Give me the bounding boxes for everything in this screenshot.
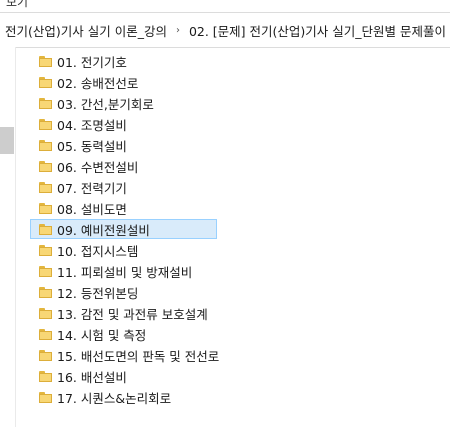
folder-icon xyxy=(39,370,52,382)
folder-name: 07. 전력기기 xyxy=(57,180,127,196)
navigation-pane xyxy=(0,47,15,427)
folder-icon xyxy=(39,181,52,193)
folder-item[interactable]: 10. 접지시스템 xyxy=(30,240,217,260)
folder-icon xyxy=(39,328,52,340)
folder-icon xyxy=(39,55,52,67)
folder-item[interactable]: 07. 전력기기 xyxy=(30,177,217,197)
navigation-scrollbar-thumb[interactable] xyxy=(0,127,14,154)
folder-name: 04. 조명설비 xyxy=(57,117,127,133)
folder-name: 13. 감전 및 과전류 보호설계 xyxy=(57,306,208,322)
folder-item[interactable]: 01. 전기기호 xyxy=(30,51,217,71)
folder-item[interactable]: 13. 감전 및 과전류 보호설계 xyxy=(30,303,217,323)
folder-icon xyxy=(39,223,52,235)
folder-name: 03. 간선,분기회로 xyxy=(57,96,154,112)
folder-icon xyxy=(39,160,52,172)
folder-item[interactable]: 08. 설비도면 xyxy=(30,198,217,218)
folder-item[interactable]: 11. 피뢰설비 및 방재설비 xyxy=(30,261,217,281)
folder-name: 02. 송배전선로 xyxy=(57,75,139,91)
folder-icon xyxy=(39,349,52,361)
folder-icon xyxy=(39,97,52,109)
folder-name: 08. 설비도면 xyxy=(57,201,127,217)
folder-name: 09. 예비전원설비 xyxy=(57,222,150,238)
folder-name: 17. 시퀀스&논리회로 xyxy=(57,390,172,406)
folder-name: 01. 전기기호 xyxy=(57,54,127,70)
folder-item[interactable]: 12. 등전위본딩 xyxy=(30,282,217,302)
folder-item[interactable]: 05. 동력설비 xyxy=(30,135,217,155)
folder-item[interactable]: 03. 간선,분기회로 xyxy=(30,93,217,113)
folder-name: 16. 배선설비 xyxy=(57,369,127,385)
view-menu-label[interactable]: 보기 xyxy=(6,0,28,10)
folder-list: 01. 전기기호 02. 송배전선로 03. 간선,분기회로 04. 조명설비 … xyxy=(30,51,450,408)
folder-name: 15. 배선도면의 판독 및 전선로 xyxy=(57,348,220,364)
folder-icon xyxy=(39,265,52,277)
folder-item[interactable]: 14. 시험 및 측정 xyxy=(30,324,217,344)
breadcrumb-item-problems[interactable]: 02. [문제] 전기(산업)기사 실기_단원별 문제풀이 xyxy=(187,21,448,40)
folder-item[interactable]: 17. 시퀀스&논리회로 xyxy=(30,387,217,407)
folder-item[interactable]: 02. 송배전선로 xyxy=(30,72,217,92)
folder-icon xyxy=(39,244,52,256)
menu-strip: 보기 xyxy=(0,0,450,12)
folder-item[interactable]: 15. 배선도면의 판독 및 전선로 xyxy=(30,345,220,365)
folder-icon xyxy=(39,307,52,319)
folder-name: 10. 접지시스템 xyxy=(57,243,139,259)
folder-icon xyxy=(39,391,52,403)
folder-name: 11. 피뢰설비 및 방재설비 xyxy=(57,264,193,280)
folder-item[interactable]: 06. 수변전설비 xyxy=(30,156,217,176)
folder-item[interactable]: 04. 조명설비 xyxy=(30,114,217,134)
pane-divider[interactable] xyxy=(15,47,16,427)
folder-name: 14. 시험 및 측정 xyxy=(57,327,147,343)
folder-name: 05. 동력설비 xyxy=(57,138,127,154)
breadcrumb: 전기(산업)기사 실기 이론_강의 › 02. [문제] 전기(산업)기사 실기… xyxy=(0,12,450,48)
breadcrumb-item-lecture[interactable]: 전기(산업)기사 실기 이론_강의 xyxy=(0,21,169,40)
folder-name: 06. 수변전설비 xyxy=(57,159,139,175)
folder-item[interactable]: 16. 배선설비 xyxy=(30,366,217,386)
folder-icon xyxy=(39,118,52,130)
folder-icon xyxy=(39,76,52,88)
folder-icon xyxy=(39,139,52,151)
folder-name: 12. 등전위본딩 xyxy=(57,285,139,301)
folder-item-selected[interactable]: 09. 예비전원설비 xyxy=(30,219,217,239)
chevron-right-icon[interactable]: › xyxy=(169,25,187,36)
folder-icon xyxy=(39,202,52,214)
folder-icon xyxy=(39,286,52,298)
